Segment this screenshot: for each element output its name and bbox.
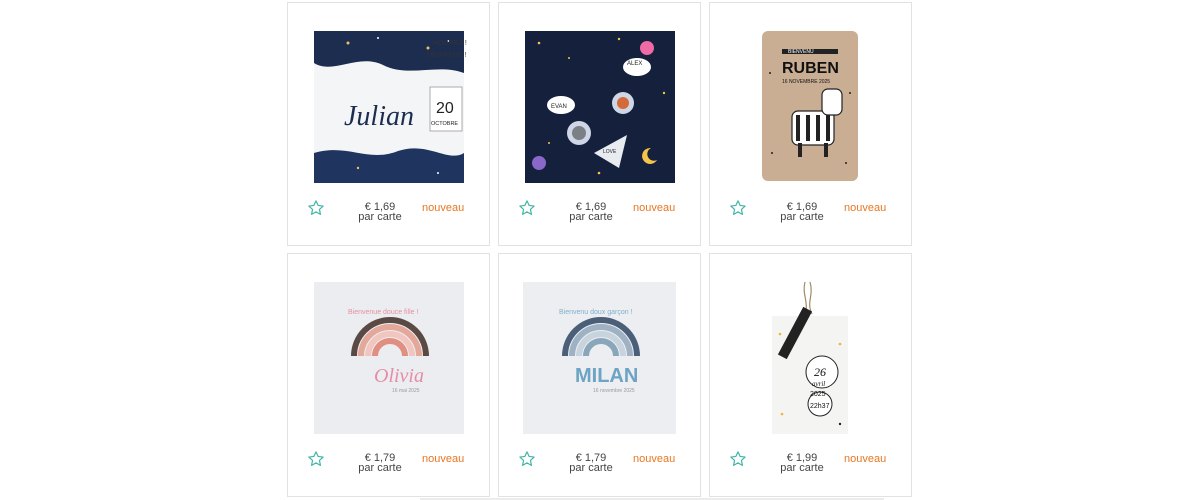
price-unit: par carte xyxy=(569,462,613,474)
product-card[interactable]: ALEX EVAN LOVE € 1,69 par carte nouveau xyxy=(498,2,701,246)
product-image[interactable]: BIENVENU RUBEN 16 NOVEMBRE 2025 xyxy=(710,3,911,193)
art-year: 2025 xyxy=(810,391,826,398)
product-image[interactable]: ALEX EVAN LOVE xyxy=(499,3,700,193)
favorite-star-icon[interactable] xyxy=(729,450,747,468)
favorite-star-icon[interactable] xyxy=(518,199,536,217)
art-name: MILAN xyxy=(575,365,638,387)
art-bubble2: EVAN xyxy=(551,104,567,110)
product-card[interactable]: Bienvenu doux garçon ! MILAN 16 novembre… xyxy=(498,253,701,497)
favorite-star-icon[interactable] xyxy=(518,450,536,468)
art-name: Olivia xyxy=(374,365,424,387)
price: € 1,69 par carte xyxy=(559,202,623,223)
art-day: 20 xyxy=(436,100,454,117)
art-line2: UN FRÈRE ! xyxy=(427,50,467,59)
price-unit: par carte xyxy=(780,211,824,223)
product-grid: HOURRA ! UN FRÈRE ! Julian 20 OCTOBRE € … xyxy=(287,2,913,500)
product-image[interactable]: HOURRA ! UN FRÈRE ! Julian 20 OCTOBRE xyxy=(288,3,489,193)
art-name: Julian xyxy=(344,101,414,132)
price-unit: par carte xyxy=(569,211,613,223)
art-date: 16 mai 2025 xyxy=(392,388,420,394)
new-badge: nouveau xyxy=(422,202,465,214)
art-line1: HOURRA ! xyxy=(433,40,467,47)
art-bubble1: ALEX xyxy=(627,61,642,67)
price: € 1,79 par carte xyxy=(348,453,412,474)
art-time: 22h37 xyxy=(810,403,830,410)
price: € 1,99 par carte xyxy=(770,453,834,474)
art-greeting: Bienvenu doux garçon ! xyxy=(559,309,633,316)
favorite-star-icon[interactable] xyxy=(307,199,325,217)
new-badge: nouveau xyxy=(633,202,676,214)
price-unit: par carte xyxy=(358,462,402,474)
art-day: 26 xyxy=(814,365,826,379)
favorite-star-icon[interactable] xyxy=(307,450,325,468)
art-welcome: BIENVENU xyxy=(788,49,814,55)
product-image[interactable]: 26 avril 2025 22h37 xyxy=(710,254,911,444)
price-unit: par carte xyxy=(780,462,824,474)
new-badge: nouveau xyxy=(844,453,887,465)
product-card[interactable]: HOURRA ! UN FRÈRE ! Julian 20 OCTOBRE € … xyxy=(287,2,490,246)
product-card[interactable]: BIENVENU RUBEN 16 NOVEMBRE 2025 € 1,69 p… xyxy=(709,2,912,246)
price-unit: par carte xyxy=(358,211,402,223)
new-badge: nouveau xyxy=(844,202,887,214)
art-cone: LOVE xyxy=(603,149,617,155)
art-date: 16 novembre 2025 xyxy=(593,388,635,394)
favorite-star-icon[interactable] xyxy=(729,199,747,217)
art-greeting: Bienvenue douce fille ! xyxy=(348,309,418,316)
art-date: 16 NOVEMBRE 2025 xyxy=(782,79,830,85)
product-card[interactable]: Bienvenue douce fille ! Olivia 16 mai 20… xyxy=(287,253,490,497)
art-month: OCTOBRE xyxy=(431,121,458,127)
price: € 1,69 par carte xyxy=(770,202,834,223)
new-badge: nouveau xyxy=(633,453,676,465)
price: € 1,69 par carte xyxy=(348,202,412,223)
product-image[interactable]: Bienvenu doux garçon ! MILAN 16 novembre… xyxy=(499,254,700,444)
product-image[interactable]: Bienvenue douce fille ! Olivia 16 mai 20… xyxy=(288,254,489,444)
art-month: avril xyxy=(812,380,825,388)
art-name: RUBEN xyxy=(782,60,839,77)
price: € 1,79 par carte xyxy=(559,453,623,474)
product-card[interactable]: 26 avril 2025 22h37 € 1,99 par carte nou… xyxy=(709,253,912,497)
new-badge: nouveau xyxy=(422,453,465,465)
